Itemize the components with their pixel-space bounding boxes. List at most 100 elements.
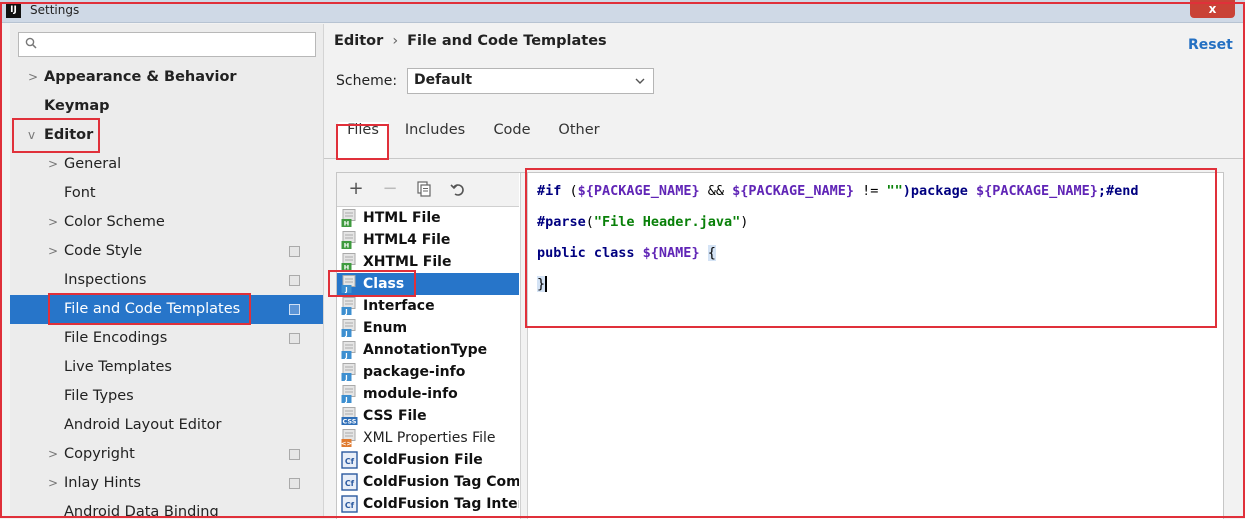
sidebar-item-android-data-binding[interactable]: Android Data Binding [10, 498, 323, 518]
template-list-item[interactable]: J Enum [337, 317, 519, 339]
chevron-right-icon[interactable]: > [48, 237, 60, 266]
chevron-down-icon [635, 78, 645, 84]
template-code-editor[interactable]: #if (${PACKAGE_NAME} && ${PACKAGE_NAME} … [528, 173, 1223, 519]
template-name: XML Properties File [363, 430, 496, 446]
sidebar-item-inspections[interactable]: Inspections [10, 266, 323, 295]
svg-text:J: J [344, 286, 347, 294]
sidebar-item-label: Android Data Binding [64, 504, 219, 518]
tab-other[interactable]: Other [556, 122, 602, 158]
template-list-item[interactable]: Jmodule-info [337, 383, 519, 405]
scheme-value: Default [414, 72, 473, 88]
sidebar-item-keymap[interactable]: Keymap [10, 92, 323, 121]
code-line-4: } [537, 276, 548, 292]
template-name: package-info [363, 364, 466, 380]
template-list-item[interactable]: J Interface [337, 295, 519, 317]
chevron-right-icon[interactable]: > [48, 150, 60, 179]
chevron-right-icon[interactable]: > [48, 208, 60, 237]
project-scope-icon [289, 478, 300, 489]
sidebar-item-code-style[interactable]: > Code Style [10, 237, 323, 266]
close-button[interactable]: x [1190, 0, 1235, 18]
template-name: ColdFusion Tag Compo [363, 474, 519, 490]
java-file-icon: J [341, 363, 356, 382]
template-name: Interface [363, 298, 435, 314]
coldfusion-file-icon: Cf [341, 451, 358, 469]
chevron-right-icon[interactable]: > [48, 440, 60, 469]
reset-template-button[interactable] [447, 178, 469, 200]
sidebar-item-label: Keymap [44, 98, 110, 114]
java-file-icon: J [341, 385, 356, 404]
remove-template-button[interactable]: − [379, 178, 401, 200]
template-list-item[interactable]: H HTML File [337, 207, 519, 229]
sidebar-item-color-scheme[interactable]: > Color Scheme [10, 208, 323, 237]
project-scope-icon [289, 449, 300, 460]
project-scope-icon [289, 246, 300, 257]
template-list-item[interactable]: H XHTML File [337, 251, 519, 273]
sidebar-item-appearance-behavior[interactable]: > Appearance & Behavior [10, 63, 323, 92]
project-scope-icon [289, 333, 300, 344]
tab-includes[interactable]: Includes [402, 122, 468, 158]
template-list-item[interactable]: Cf ColdFusion Tag Compo [337, 471, 519, 493]
template-list-item[interactable]: Cf ColdFusion Tag Interfa [337, 493, 519, 515]
sidebar-item-editor[interactable]: v Editor [10, 121, 323, 150]
sidebar-item-label: Font [64, 185, 96, 201]
template-list-item[interactable]: CSS CSS File [337, 405, 519, 427]
template-name: ColdFusion File [363, 452, 483, 468]
template-list-item[interactable]: J AnnotationType [337, 339, 519, 361]
css-file-icon: CSS [341, 407, 358, 425]
copy-icon [417, 181, 431, 197]
template-name: Enum [363, 320, 408, 336]
sidebar-item-label: Inlay Hints [64, 475, 141, 491]
sidebar-item-file-types[interactable]: File Types [10, 382, 323, 411]
sidebar-item-inlay-hints[interactable]: > Inlay Hints [10, 469, 323, 498]
sidebar-item-live-templates[interactable]: Live Templates [10, 353, 323, 382]
svg-text:J: J [344, 396, 347, 404]
code-line-2: #parse("File Header.java") [537, 214, 749, 230]
template-list-item[interactable]: <> XML Properties File [337, 427, 519, 449]
template-name: AnnotationType [363, 342, 488, 358]
chevron-down-icon[interactable]: v [28, 121, 40, 150]
sidebar-item-label: Android Layout Editor [64, 417, 222, 433]
sidebar-item-file-encodings[interactable]: File Encodings [10, 324, 323, 353]
html-file-icon: H [341, 253, 356, 271]
svg-text:J: J [344, 374, 347, 382]
svg-text:CSS: CSS [343, 418, 357, 426]
project-scope-icon [289, 275, 300, 286]
scheme-dropdown[interactable]: Default [407, 68, 654, 94]
java-file-icon: J [341, 319, 356, 338]
html-file-icon: H [341, 231, 356, 249]
template-list-item[interactable]: Cf ColdFusion File [337, 449, 519, 471]
breadcrumb-separator-icon: › [392, 33, 399, 49]
tab-code[interactable]: Code [492, 122, 532, 158]
sidebar-item-label: File Types [64, 388, 134, 404]
templates-panel: + − H HTML File H HTML4 File H XHTML File J Cla… [336, 172, 1224, 519]
template-list-item[interactable]: J Class [337, 273, 519, 295]
svg-text:<>: <> [341, 440, 352, 448]
chevron-right-icon[interactable]: > [28, 63, 40, 92]
sidebar-item-font[interactable]: Font [10, 179, 323, 208]
sidebar-item-general[interactable]: > General [10, 150, 323, 179]
java-file-icon: J [341, 297, 356, 315]
search-input[interactable] [45, 35, 309, 55]
add-template-button[interactable]: + [345, 178, 367, 200]
template-list-item[interactable]: Jpackage-info [337, 361, 519, 383]
template-list-item[interactable]: H HTML4 File [337, 229, 519, 251]
search-box[interactable] [18, 32, 316, 57]
window-title: Settings [30, 3, 80, 17]
coldfusion-file-icon: Cf [341, 495, 358, 513]
svg-text:Cf: Cf [345, 457, 355, 466]
template-name: CSS File [363, 408, 427, 424]
copy-template-button[interactable] [413, 178, 435, 200]
main-panel: Editor › File and Code Templates Reset Sch… [324, 24, 1245, 519]
sidebar-item-copyright[interactable]: > Copyright [10, 440, 323, 469]
sidebar-item-android-layout-editor[interactable]: Android Layout Editor [10, 411, 323, 440]
sidebar-item-file-and-code-templates[interactable]: File and Code Templates [10, 295, 323, 324]
reset-link[interactable]: Reset [1188, 37, 1233, 53]
tab-files[interactable]: Files [338, 122, 388, 158]
sidebar-item-label: Inspections [64, 272, 147, 288]
svg-text:J: J [344, 330, 347, 338]
svg-text:Cf: Cf [345, 479, 355, 488]
splitter-handle[interactable] [520, 173, 528, 519]
chevron-right-icon[interactable]: > [48, 469, 60, 498]
sidebar-item-label: Code Style [64, 243, 143, 259]
breadcrumb-parent[interactable]: Editor [334, 33, 383, 49]
